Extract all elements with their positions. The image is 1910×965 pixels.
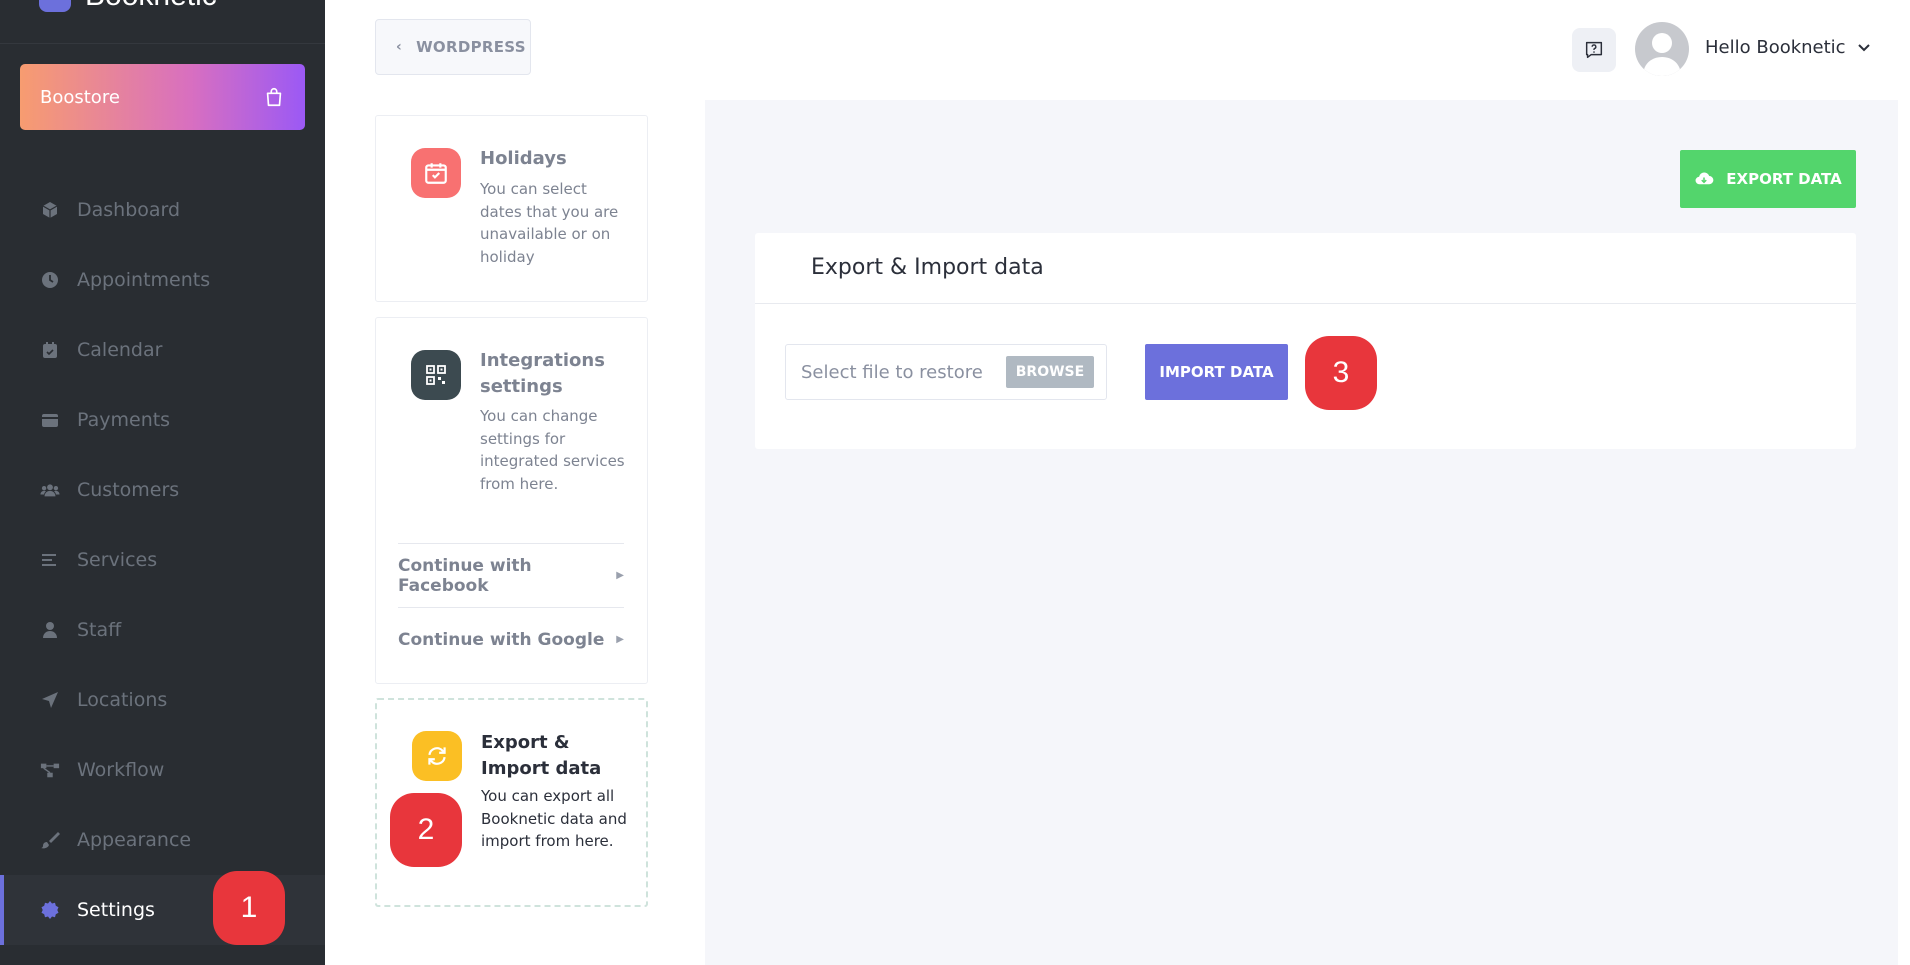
divider [0, 43, 325, 44]
sidebar-item-label: Services [77, 549, 158, 571]
sidebar-item-label: Appearance [77, 829, 192, 851]
chevron-left-icon: ‹ [396, 39, 403, 55]
calendar-icon [40, 340, 60, 360]
qr-code-icon [411, 350, 461, 400]
card-description: You can export all Booknetic data and im… [481, 787, 627, 850]
export-import-panel: Export & Import data Select file to rest… [755, 233, 1856, 449]
top-header: ‹ WORDPRESS Hello Booknetic [325, 0, 1898, 100]
sidebar-item-workflow[interactable]: Workflow [0, 735, 325, 805]
sidebar-item-payments[interactable]: Payments [0, 385, 325, 455]
import-data-button[interactable]: IMPORT DATA [1145, 344, 1288, 400]
settings-card-holidays[interactable]: Holidays You can select dates that you a… [375, 115, 648, 302]
workflow-icon [40, 760, 60, 780]
export-data-button[interactable]: EXPORT DATA [1680, 150, 1856, 208]
sidebar-item-label: Payments [77, 409, 171, 431]
settings-list: Holidays You can select dates that you a… [325, 100, 705, 965]
location-arrow-icon [40, 690, 60, 710]
caret-right-icon: ▶ [616, 570, 624, 581]
sidebar-item-label: Dashboard [77, 199, 181, 221]
sidebar-item-label: Workflow [77, 759, 165, 781]
sync-icon [412, 731, 462, 781]
card-description: You can change settings for integrated s… [480, 407, 625, 493]
sidebar: Booknetic Boostore Dashboard Appointment… [0, 0, 325, 965]
card-title: Holidays [480, 148, 567, 169]
card-title: Export & Import data [481, 732, 602, 779]
browse-button[interactable]: BROWSE [1006, 356, 1094, 388]
sidebar-item-appointments[interactable]: Appointments [0, 245, 325, 315]
user-icon [40, 620, 60, 640]
sidebar-item-label: Customers [77, 479, 180, 501]
chevron-down-icon [1857, 43, 1870, 51]
user-menu[interactable]: Hello Booknetic [1705, 37, 1870, 58]
sidebar-item-customers[interactable]: Customers [0, 455, 325, 525]
step-marker-2: 2 [390, 793, 462, 867]
list-icon [40, 550, 60, 570]
link-label: Continue with Facebook [398, 555, 532, 596]
sidebar-item-appearance[interactable]: Appearance [0, 805, 325, 875]
sidebar-nav: Dashboard Appointments Calendar Payments… [0, 175, 325, 945]
shopping-bag-icon [266, 87, 282, 107]
clock-icon [40, 270, 60, 290]
cube-icon [40, 200, 60, 220]
card-title: Integrations settings [480, 350, 605, 397]
continue-with-google-link[interactable]: Continue with Google ▶ [398, 607, 624, 671]
sidebar-item-locations[interactable]: Locations [0, 665, 325, 735]
greeting-text: Hello Booknetic [1705, 37, 1846, 58]
back-to-wordpress-button[interactable]: ‹ WORDPRESS [375, 19, 531, 75]
caret-right-icon: ▶ [616, 634, 624, 645]
window-edge [1898, 0, 1910, 965]
brand-name: Booknetic [85, 0, 217, 13]
sidebar-item-label: Staff [77, 619, 122, 641]
link-label: Continue with Google [398, 629, 605, 650]
panel-title: Export & Import data [811, 255, 1044, 280]
continue-with-facebook-link[interactable]: Continue with Facebook ▶ [398, 543, 624, 607]
sidebar-item-services[interactable]: Services [0, 525, 325, 595]
settings-card-integrations[interactable]: Integrations settings You can change set… [375, 317, 648, 684]
step-marker-3: 3 [1305, 336, 1377, 410]
help-icon [1585, 41, 1603, 59]
logo-icon [39, 0, 71, 12]
file-restore-input[interactable]: Select file to restore BROWSE [785, 344, 1107, 400]
step-marker-1: 1 [213, 871, 285, 945]
brush-icon [40, 830, 60, 850]
export-label: EXPORT DATA [1726, 170, 1842, 188]
sidebar-item-label: Settings [77, 899, 155, 921]
sidebar-item-dashboard[interactable]: Dashboard [0, 175, 325, 245]
sidebar-item-label: Appointments [77, 269, 211, 291]
divider [755, 303, 1856, 304]
file-input-placeholder: Select file to restore [801, 361, 983, 383]
boostore-button[interactable]: Boostore [20, 64, 305, 130]
gear-icon [40, 900, 60, 920]
users-icon [40, 480, 60, 500]
boostore-label: Boostore [40, 86, 120, 108]
sidebar-item-label: Locations [77, 689, 168, 711]
avatar[interactable] [1635, 22, 1689, 76]
back-label: WORDPRESS [416, 38, 526, 56]
sidebar-item-label: Calendar [77, 339, 163, 361]
help-button[interactable] [1572, 28, 1616, 72]
calendar-check-icon [411, 148, 461, 198]
wallet-icon [40, 410, 60, 430]
sidebar-item-staff[interactable]: Staff [0, 595, 325, 665]
card-description: You can select dates that you are unavai… [480, 180, 619, 266]
user-avatar-icon [1643, 33, 1681, 76]
brand-logo[interactable]: Booknetic [39, 0, 217, 16]
cloud-download-icon [1695, 172, 1714, 185]
sidebar-item-calendar[interactable]: Calendar [0, 315, 325, 385]
